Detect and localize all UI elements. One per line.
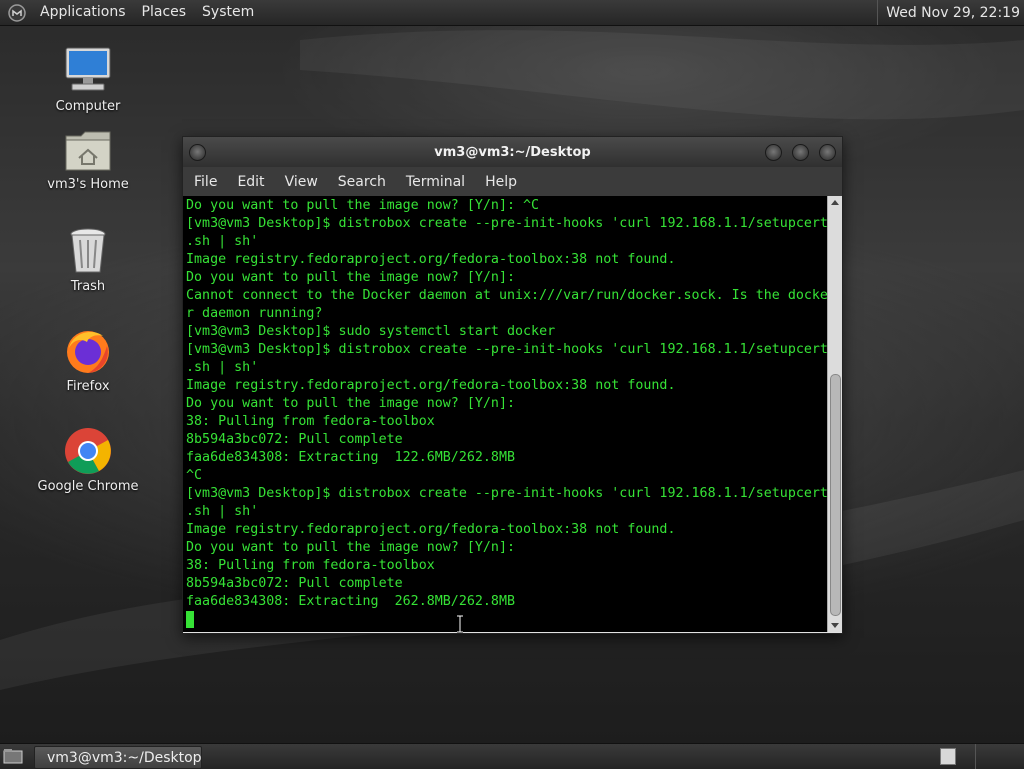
scroll-thumb[interactable] (830, 374, 841, 616)
desktop-icon-label: Computer (55, 99, 121, 114)
menu-search[interactable]: Search (330, 174, 394, 190)
menu-terminal[interactable]: Terminal (398, 174, 473, 190)
terminal-line: [vm3@vm3 Desktop]$ distrobox create --pr… (186, 342, 828, 357)
scroll-up-icon[interactable] (831, 200, 839, 205)
terminal-output[interactable]: Do you want to pull the image now? [Y/n]… (183, 196, 828, 632)
scroll-down-icon[interactable] (831, 623, 839, 628)
terminal-line: [vm3@vm3 Desktop]$ distrobox create --pr… (186, 486, 828, 501)
terminal-line: [vm3@vm3 Desktop]$ distrobox create --pr… (186, 216, 828, 231)
desktop-icon-trash[interactable]: Trash (28, 226, 148, 294)
desktop-icon-firefox[interactable]: Firefox (28, 326, 148, 394)
terminal-line: faa6de834308: Extracting 122.6MB/262.8MB (186, 450, 515, 465)
taskbar-terminal-button[interactable]: vm3@vm3:~/Desktop (34, 746, 202, 769)
top-panel: Applications Places System Wed Nov 29, 2… (0, 0, 1024, 26)
trash-icon (70, 228, 106, 273)
bottom-panel: vm3@vm3:~/Desktop (0, 743, 1024, 769)
terminal-text: Do you want to pull the image now? [Y/n]… (183, 196, 828, 629)
terminal-line: Image registry.fedoraproject.org/fedora-… (186, 252, 676, 267)
taskbar-button-label: vm3@vm3:~/Desktop (47, 749, 202, 766)
terminal-line: Do you want to pull the image now? [Y/n]… (186, 270, 515, 285)
chrome-icon (65, 428, 111, 474)
terminal-line: faa6de834308: Extracting 262.8MB/262.8MB (186, 594, 515, 609)
terminal-line: Image registry.fedoraproject.org/fedora-… (186, 522, 676, 537)
ibeam-cursor-icon (457, 615, 463, 633)
system-menu[interactable]: System (194, 0, 262, 25)
desktop-icon-label: vm3's Home (47, 177, 129, 192)
desktop-icon-label: Google Chrome (37, 479, 139, 494)
places-menu[interactable]: Places (134, 0, 195, 25)
terminal-line: 8b594a3bc072: Pull complete (186, 576, 403, 591)
desktop-icon-home[interactable]: vm3's Home (28, 128, 148, 192)
mate-logo-icon[interactable] (8, 3, 26, 22)
terminal-line: Image registry.fedoraproject.org/fedora-… (186, 378, 676, 393)
terminal-cursor (186, 611, 194, 628)
panel-separator (975, 744, 976, 769)
desktop-icon-computer[interactable]: Computer (28, 44, 148, 114)
terminal-line: 38: Pulling from fedora-toolbox (186, 414, 435, 429)
terminal-line: 38: Pulling from fedora-toolbox (186, 558, 435, 573)
terminal-line: Do you want to pull the image now? [Y/n]… (186, 540, 515, 555)
home-folder-icon (65, 131, 111, 171)
applications-menu[interactable]: Applications (32, 0, 134, 25)
terminal-line: .sh | sh' (186, 504, 259, 519)
terminal-menubar: File Edit View Search Terminal Help (183, 167, 842, 196)
maximize-button[interactable] (792, 144, 809, 161)
terminal-line: .sh | sh' (186, 234, 259, 249)
window-titlebar[interactable]: vm3@vm3:~/Desktop (183, 137, 842, 167)
minimize-button[interactable] (765, 144, 782, 161)
terminal-scrollbar[interactable] (827, 196, 842, 632)
terminal-line: r daemon running? (186, 306, 323, 321)
desktop-icon-chrome[interactable]: Google Chrome (28, 426, 148, 494)
menu-view[interactable]: View (277, 174, 326, 190)
panel-separator (877, 0, 879, 25)
clock[interactable]: Wed Nov 29, 22:19 (886, 5, 1024, 21)
terminal-line: Cannot connect to the Docker daemon at u… (186, 288, 828, 303)
window-menu-button[interactable] (189, 144, 206, 161)
terminal-line: .sh | sh' (186, 360, 259, 375)
terminal-line: Do you want to pull the image now? [Y/n]… (186, 396, 515, 411)
menu-help[interactable]: Help (477, 174, 525, 190)
computer-icon (65, 47, 111, 91)
show-desktop-icon[interactable] (3, 748, 23, 764)
menu-file[interactable]: File (186, 174, 225, 190)
firefox-icon (67, 331, 109, 373)
menu-edit[interactable]: Edit (229, 174, 272, 190)
terminal-line: ^C (186, 468, 203, 483)
desktop-icon-label: Trash (70, 279, 106, 294)
terminal-window[interactable]: vm3@vm3:~/Desktop File Edit View Search … (182, 136, 843, 634)
desktop-icon-label: Firefox (66, 379, 110, 394)
terminal-line: 8b594a3bc072: Pull complete (186, 432, 403, 447)
terminal-line: Do you want to pull the image now? [Y/n]… (186, 198, 540, 213)
terminal-line: [vm3@vm3 Desktop]$ sudo systemctl start … (186, 324, 556, 339)
workspace-switcher[interactable] (940, 748, 956, 765)
window-title: vm3@vm3:~/Desktop (434, 144, 591, 160)
close-button[interactable] (819, 144, 836, 161)
